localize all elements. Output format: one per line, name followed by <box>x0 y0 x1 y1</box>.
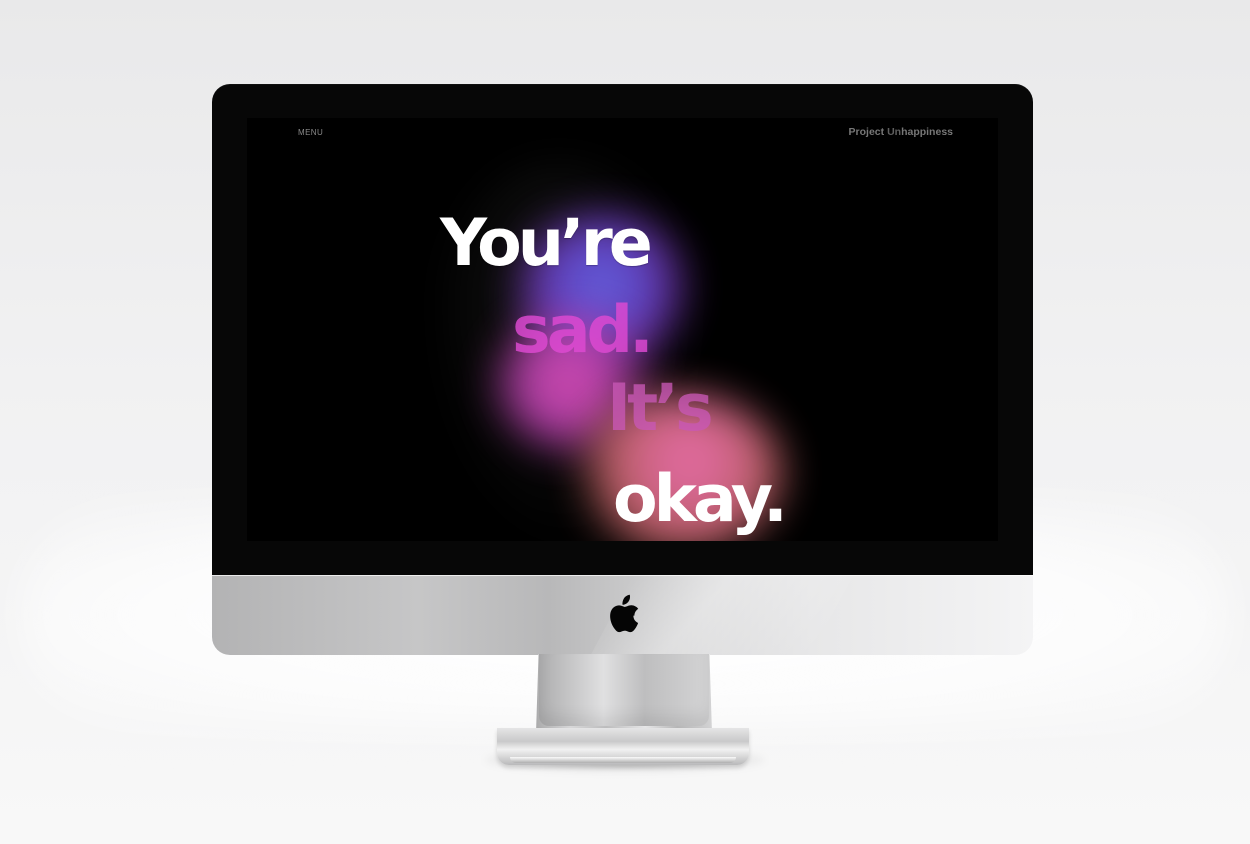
website-screen: MENU Project Unhappiness You’re sad. It’… <box>247 118 998 541</box>
device-mockup-scene: MENU Project Unhappiness You’re sad. It’… <box>0 0 1250 844</box>
brand-suffix: happiness <box>901 126 953 138</box>
stand-neck <box>539 654 709 726</box>
hero-line-youre: You’re <box>440 206 653 281</box>
brand-prefix: Project <box>848 126 888 138</box>
monitor-bezel: MENU Project Unhappiness You’re sad. It’… <box>212 84 1033 575</box>
imac-mockup: MENU Project Unhappiness You’re sad. It’… <box>212 84 1033 655</box>
monitor-chin <box>212 575 1033 655</box>
site-brand[interactable]: Project Unhappiness <box>849 126 953 138</box>
hero-line-its: It’s <box>607 371 714 446</box>
apple-logo-icon <box>610 594 639 633</box>
stand-edge <box>510 757 736 763</box>
menu-button[interactable]: MENU <box>298 128 323 137</box>
brand-highlight: Un <box>887 126 902 138</box>
hero-line-sad: sad. <box>512 293 654 368</box>
hero-line-okay: okay. <box>613 462 788 537</box>
